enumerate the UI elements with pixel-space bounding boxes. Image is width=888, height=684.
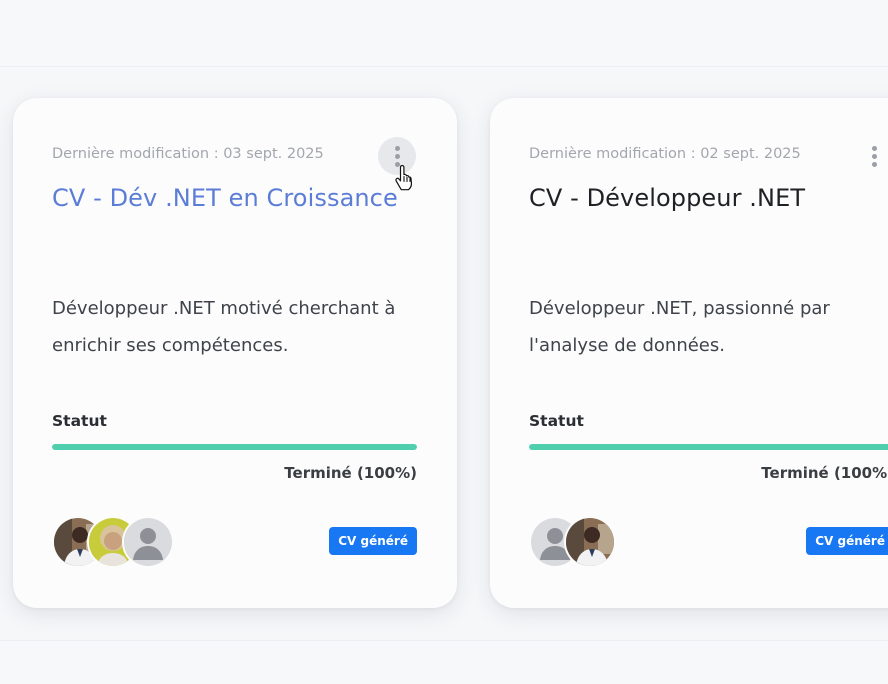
cv-card[interactable]: Dernière modification : 03 sept. 2025 CV… (13, 98, 457, 608)
cv-list-page: Dernière modification : 03 sept. 2025 CV… (0, 0, 888, 684)
footer-band (0, 640, 888, 684)
avatar[interactable] (122, 516, 174, 568)
photo-avatar-icon (566, 518, 614, 566)
status-label: Statut (529, 412, 584, 430)
progress-text: Terminé (100%) (284, 464, 417, 482)
cv-generated-badge: CV généré (806, 527, 888, 555)
cv-generated-badge: CV généré (329, 527, 417, 555)
cv-description: Développeur .NET motivé cherchant à enri… (52, 298, 396, 356)
more-vertical-icon (871, 145, 877, 167)
status-label: Statut (52, 412, 107, 430)
cv-description: Développeur .NET, passionné par l'analys… (529, 298, 830, 356)
default-user-icon (124, 518, 172, 566)
progress-fill (52, 444, 417, 450)
progress-fill (529, 444, 888, 450)
progress-bar (529, 444, 888, 450)
avatar-group (52, 516, 174, 570)
progress-bar (52, 444, 417, 450)
cv-title[interactable]: CV - Développeur .NET (529, 184, 805, 212)
last-modified-text: Dernière modification : 02 sept. 2025 (529, 146, 801, 162)
header-band (0, 0, 888, 67)
cv-card[interactable]: Dernière modification : 02 sept. 2025 CV… (490, 98, 888, 608)
more-vertical-icon (394, 145, 400, 167)
cv-title[interactable]: CV - Dév .NET en Croissance (52, 184, 398, 212)
avatar[interactable] (564, 516, 616, 568)
avatar-group (529, 516, 616, 570)
progress-text: Terminé (100%) (761, 464, 888, 482)
last-modified-text: Dernière modification : 03 sept. 2025 (52, 146, 324, 162)
more-options-button[interactable] (855, 137, 888, 175)
